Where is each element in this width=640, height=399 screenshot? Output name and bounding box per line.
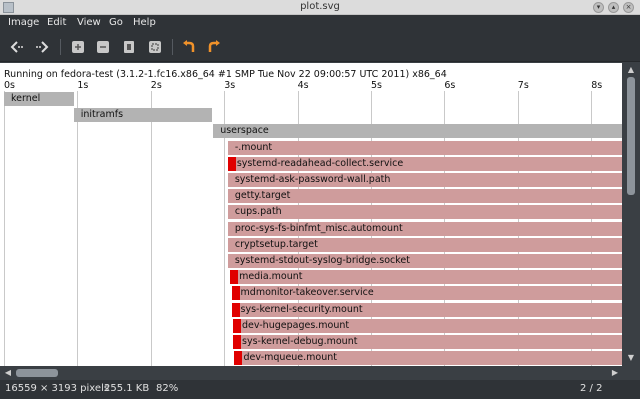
horizontal-scroll-thumb[interactable] bbox=[16, 369, 58, 377]
unit-bar: getty.target bbox=[227, 189, 622, 204]
unit-label: dev-mqueue.mount bbox=[243, 352, 338, 364]
unit-bar: userspace bbox=[213, 124, 622, 139]
image-canvas[interactable]: Running on fedora-test (3.1.2-1.fc16.x86… bbox=[0, 63, 622, 366]
menu-image[interactable]: Image bbox=[8, 17, 39, 28]
unit-label: mdmonitor-takeover.service bbox=[240, 287, 374, 299]
unit-bar: cups.path bbox=[227, 205, 622, 220]
activation-mark bbox=[230, 270, 239, 285]
unit-label: initramfs bbox=[80, 109, 124, 121]
toolbar-separator bbox=[60, 39, 61, 55]
unit-bar: dev-mqueue.mount bbox=[234, 351, 622, 366]
activation-mark bbox=[231, 302, 240, 317]
vertical-scroll-thumb[interactable] bbox=[627, 77, 635, 195]
unit-bar: sys-kernel-debug.mount bbox=[233, 335, 622, 349]
activation-mark bbox=[233, 335, 241, 349]
unit-label: systemd-stdout-syslog-bridge.socket bbox=[234, 255, 411, 266]
activation-mark bbox=[227, 156, 236, 171]
unit-label: -.mount bbox=[234, 141, 273, 153]
unit-bar: media.mount bbox=[230, 270, 622, 285]
minimize-icon[interactable]: ▾ bbox=[593, 2, 604, 13]
unit-bar: kernel bbox=[4, 92, 74, 106]
page-indicator: 2 / 2 bbox=[580, 383, 603, 394]
unit-bar: systemd-stdout-syslog-bridge.socket bbox=[227, 254, 622, 268]
tick-label: 4s bbox=[297, 80, 309, 91]
scroll-down-icon[interactable]: ▼ bbox=[626, 353, 636, 363]
unit-bar: sys-kernel-security.mount bbox=[231, 302, 622, 317]
plot-header: Running on fedora-test (3.1.2-1.fc16.x86… bbox=[4, 69, 447, 80]
title-bar: plot.svg ▾ ▴ × bbox=[0, 0, 640, 15]
tick-label: 8s bbox=[591, 80, 603, 91]
tick-label: 3s bbox=[224, 80, 236, 91]
unit-label: sys-kernel-debug.mount bbox=[242, 336, 358, 347]
unit-label: media.mount bbox=[239, 271, 303, 283]
unit-label: dev-hugepages.mount bbox=[242, 319, 350, 331]
activation-mark bbox=[233, 318, 241, 333]
zoom-out-icon[interactable] bbox=[94, 38, 112, 56]
rotate-left-icon[interactable] bbox=[180, 38, 198, 56]
scroll-up-icon[interactable]: ▲ bbox=[626, 65, 636, 75]
unit-label: cryptsetup.target bbox=[234, 238, 318, 250]
forward-icon[interactable] bbox=[33, 38, 51, 56]
zoom-best-icon[interactable] bbox=[146, 38, 164, 56]
unit-bar: initramfs bbox=[73, 108, 212, 123]
activation-mark bbox=[234, 351, 243, 366]
tick-label: 2s bbox=[150, 80, 162, 91]
tick-label: 6s bbox=[444, 80, 456, 91]
menu-edit[interactable]: Edit bbox=[47, 17, 66, 28]
toolbar bbox=[0, 32, 640, 62]
unit-label: systemd-ask-password-wall.path bbox=[234, 174, 391, 185]
gridline bbox=[150, 91, 152, 366]
menu-go[interactable]: Go bbox=[109, 17, 123, 28]
unit-label: userspace bbox=[220, 125, 269, 137]
tick-label: 7s bbox=[517, 80, 529, 91]
vertical-scrollbar[interactable]: ▲ ▼ bbox=[622, 63, 640, 366]
unit-bar: dev-hugepages.mount bbox=[233, 318, 622, 333]
back-icon[interactable] bbox=[8, 38, 26, 56]
unit-label: sys-kernel-security.mount bbox=[240, 303, 363, 315]
unit-bar: mdmonitor-takeover.service bbox=[231, 286, 622, 301]
unit-label: getty.target bbox=[234, 190, 291, 202]
unit-bar: proc-sys-fs-binfmt_misc.automount bbox=[227, 221, 622, 236]
tick-label: 0s bbox=[4, 80, 15, 91]
close-icon[interactable]: × bbox=[623, 2, 634, 13]
gridline bbox=[77, 91, 79, 366]
unit-label: kernel bbox=[11, 93, 41, 104]
unit-bar: systemd-readahead-collect.service bbox=[227, 156, 622, 171]
zoom-in-icon[interactable] bbox=[69, 38, 87, 56]
menu-view[interactable]: View bbox=[77, 17, 101, 28]
tick-label: 5s bbox=[371, 80, 382, 91]
gridline bbox=[4, 91, 5, 366]
activation-mark bbox=[231, 286, 240, 301]
window-title: plot.svg bbox=[300, 1, 340, 12]
menu-bar: Image Edit View Go Help bbox=[0, 15, 640, 32]
menu-help[interactable]: Help bbox=[133, 17, 156, 28]
unit-label: cups.path bbox=[234, 206, 282, 218]
unit-label: systemd-readahead-collect.service bbox=[236, 157, 404, 169]
image-dimensions: 16559 × 3193 pixels bbox=[5, 383, 110, 394]
scroll-right-icon[interactable]: ▶ bbox=[610, 368, 620, 378]
rotate-right-icon[interactable] bbox=[205, 38, 223, 56]
status-bar: 16559 × 3193 pixels 255.1 KB 82% 2 / 2 bbox=[0, 380, 640, 399]
scroll-left-icon[interactable]: ◀ bbox=[3, 368, 13, 378]
horizontal-scrollbar[interactable]: ◀ ▶ bbox=[0, 366, 640, 380]
zoom-level: 82% bbox=[156, 383, 179, 394]
unit-bar: -.mount bbox=[227, 140, 622, 155]
tick-label: 1s bbox=[77, 80, 89, 91]
unit-bar: systemd-ask-password-wall.path bbox=[227, 173, 622, 187]
unit-label: proc-sys-fs-binfmt_misc.automount bbox=[234, 222, 403, 234]
file-size: 255.1 KB bbox=[104, 383, 150, 394]
fit-icon[interactable] bbox=[120, 38, 138, 56]
toolbar-separator bbox=[172, 39, 173, 55]
maximize-icon[interactable]: ▴ bbox=[608, 2, 619, 13]
unit-bar: cryptsetup.target bbox=[227, 237, 622, 252]
